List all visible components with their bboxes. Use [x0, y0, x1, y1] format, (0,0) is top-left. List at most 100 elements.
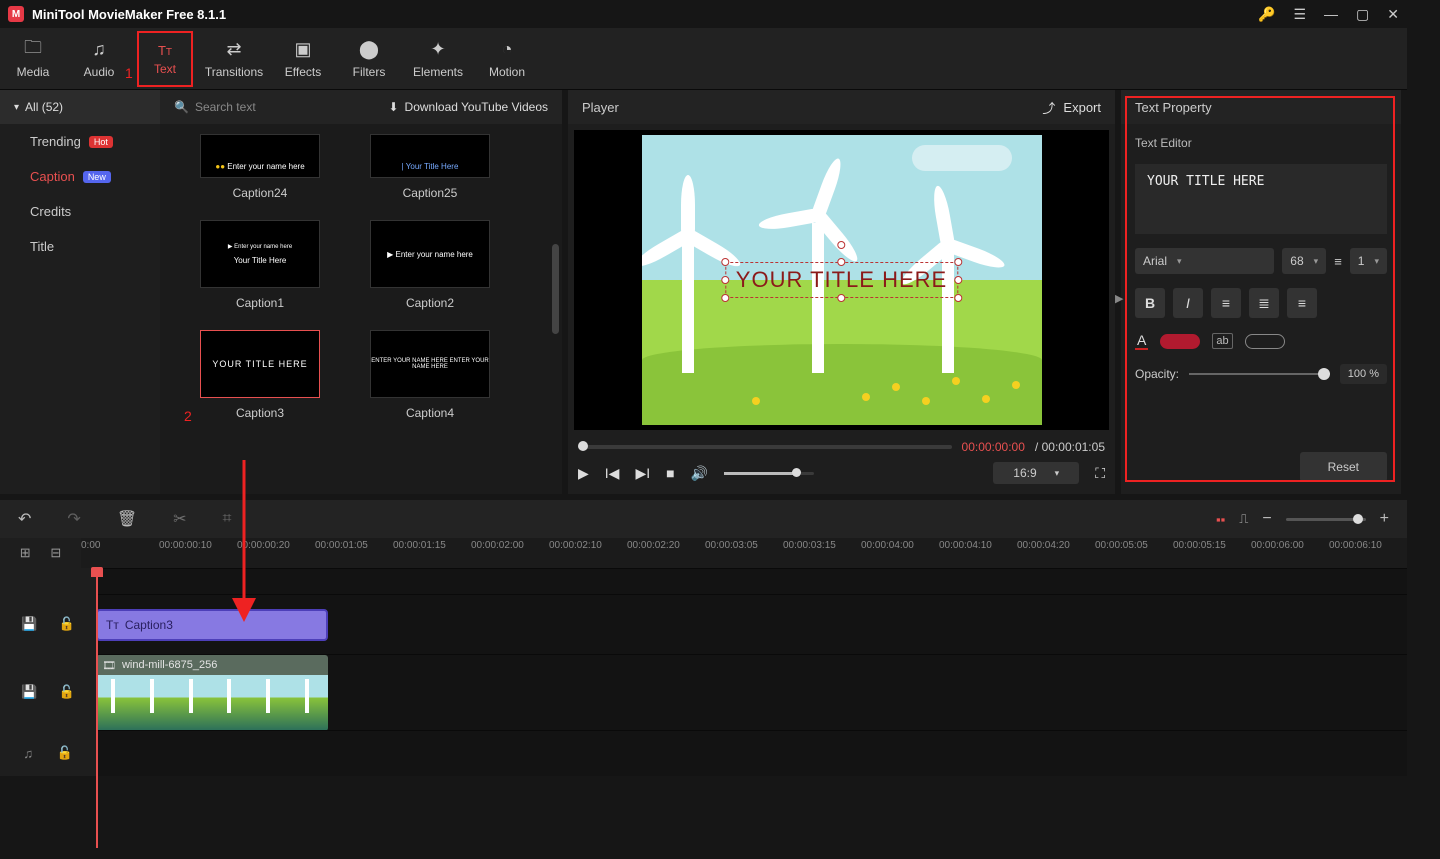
key-icon[interactable]: 🔑 — [1258, 6, 1275, 23]
track-type-icon: 💾 — [21, 616, 37, 632]
timeline-tracks: 💾🔓 Tᴛ Caption3 💾🔓 🎞wind-mill-6875_256 ♫🔓 — [0, 568, 1407, 776]
redo-button[interactable]: ↷ — [67, 509, 80, 529]
undo-button[interactable]: ↶ — [18, 509, 31, 529]
reset-button[interactable]: Reset — [1300, 452, 1387, 482]
tab-audio[interactable]: ♫Audio — [66, 28, 132, 89]
text-icon: TT — [158, 43, 172, 58]
audio-track: ♫🔓 — [0, 730, 1407, 776]
aspect-ratio-select[interactable]: 16:9▾ — [993, 462, 1079, 484]
tab-transitions[interactable]: ⇄Transitions — [198, 28, 270, 89]
download-youtube-link[interactable]: ⬇Download YouTube Videos — [388, 100, 548, 114]
editor-label: Text Editor — [1135, 136, 1387, 150]
collapse-handle[interactable]: ▶ — [1115, 292, 1123, 305]
font-size-select[interactable]: 68▾ — [1282, 248, 1326, 274]
zoom-slider[interactable] — [1286, 518, 1366, 521]
category-credits[interactable]: Credits — [0, 194, 160, 229]
lock-icon[interactable]: 🔓 — [59, 684, 75, 700]
category-trending[interactable]: TrendingHot — [0, 124, 160, 159]
tab-filters[interactable]: ⬤Filters — [336, 28, 402, 89]
tab-elements[interactable]: ✦Elements — [402, 28, 474, 89]
effects-icon: ▣ — [294, 39, 311, 61]
stop-button[interactable]: ■ — [666, 465, 674, 481]
crop-button[interactable]: ⌗ — [223, 510, 232, 528]
maximize-button[interactable]: ▢ — [1356, 6, 1369, 23]
browse-panel: 🔍Search text ⬇Download YouTube Videos ●●… — [160, 90, 562, 494]
delete-button[interactable]: 🗑 — [117, 509, 137, 529]
annotation-1: 1 — [125, 65, 133, 81]
font-select[interactable]: Arial▾ — [1135, 248, 1274, 274]
snap-button[interactable]: ▪▪ — [1216, 512, 1225, 527]
menu-icon[interactable]: ☰ — [1293, 6, 1306, 23]
filters-icon: ⬤ — [359, 39, 379, 61]
browse-scrollbar[interactable] — [552, 244, 559, 334]
fullscreen-button[interactable]: ⛶ — [1095, 465, 1105, 482]
search-input[interactable]: 🔍Search text — [174, 100, 378, 114]
track-collapse-icon[interactable]: ⊟ — [50, 545, 61, 561]
zoom-out-button[interactable]: − — [1262, 510, 1271, 528]
thumb-caption25[interactable]: | Your Title Here Caption25 — [370, 134, 490, 200]
cut-button[interactable]: ✂ — [173, 509, 186, 529]
magnet-button[interactable]: ⎍ — [1239, 511, 1248, 527]
music-icon: ♫ — [92, 39, 106, 61]
motion-icon: ◔ — [502, 39, 513, 61]
video-track: 💾 🔓 🎞wind-mill-6875_256 — [0, 654, 1407, 730]
lock-icon[interactable]: 🔓 — [56, 745, 72, 761]
track-add-icon[interactable]: ⊞ — [20, 545, 31, 561]
thumb-caption4[interactable]: ENTER YOUR NAME HERE ENTER YOUR NAME HER… — [370, 330, 490, 420]
text-editor-input[interactable] — [1135, 164, 1387, 234]
video-icon: 🎞 — [102, 659, 116, 672]
player-progress[interactable] — [578, 445, 952, 449]
preview-area[interactable]: YOUR TITLE HERE — [574, 130, 1109, 430]
volume-icon[interactable]: 🔊 — [691, 465, 708, 482]
thumb-caption3[interactable]: YOUR TITLE HERE Caption3 2 — [200, 330, 320, 420]
thumb-caption24[interactable]: ●● Enter your name here Caption24 — [200, 134, 320, 200]
font-color-icon[interactable]: A — [1135, 332, 1148, 350]
tab-effects[interactable]: ▣Effects — [270, 28, 336, 89]
folder-icon: 🗀 — [24, 39, 42, 61]
player-panel: Player ⤴Export 3 — [568, 90, 1115, 494]
volume-slider[interactable] — [724, 472, 814, 475]
thumb-caption2[interactable]: ▶ Enter your name here Caption2 — [370, 220, 490, 310]
close-button[interactable]: ✕ — [1387, 6, 1399, 23]
timeline-toolbar: ↶ ↷ 🗑 ✂ ⌗ ▪▪ ⎍ − + — [0, 500, 1407, 538]
category-all[interactable]: ▾All (52) — [0, 90, 160, 124]
thumb-caption1[interactable]: ▶ Enter your name hereYour Title Here Ca… — [200, 220, 320, 310]
bold-button[interactable]: B — [1135, 288, 1165, 318]
text-track: 💾 🔓 Tᴛ Caption3 — [0, 594, 1407, 654]
align-center-button[interactable]: ≣ — [1249, 288, 1279, 318]
opacity-slider[interactable] — [1189, 373, 1330, 375]
font-color-swatch[interactable] — [1160, 334, 1200, 349]
category-caption[interactable]: CaptionNew — [0, 159, 160, 194]
current-time: 00:00:00:00 — [962, 440, 1025, 454]
music-icon: ♫ — [23, 746, 33, 761]
zoom-in-button[interactable]: + — [1380, 510, 1389, 528]
video-clip[interactable]: 🎞wind-mill-6875_256 — [96, 655, 328, 731]
category-title[interactable]: Title — [0, 229, 160, 264]
align-right-button[interactable]: ≡ — [1287, 288, 1317, 318]
tab-text[interactable]: TT Text 1 — [137, 31, 193, 87]
category-panel: ▾All (52) TrendingHot CaptionNew Credits… — [0, 90, 160, 494]
tab-media[interactable]: 🗀Media — [0, 28, 66, 89]
app-title: MiniTool MovieMaker Free 8.1.1 — [32, 7, 1258, 22]
minimize-button[interactable]: — — [1324, 6, 1338, 22]
prev-frame-button[interactable]: I◀ — [605, 465, 620, 482]
line-height-select[interactable]: 1▾ — [1350, 248, 1387, 274]
timeline-ruler[interactable]: 0:0000:00:00:1000:00:00:2000:00:01:0500:… — [81, 538, 1407, 568]
export-icon: ⤴ — [1042, 98, 1055, 117]
panel-title: Text Property — [1121, 90, 1401, 124]
lock-icon[interactable]: 🔓 — [59, 616, 75, 632]
track-type-icon: 💾 — [21, 684, 37, 700]
opacity-label: Opacity: — [1135, 367, 1179, 381]
italic-button[interactable]: I — [1173, 288, 1203, 318]
highlight-swatch[interactable] — [1245, 334, 1285, 349]
align-left-button[interactable]: ≡ — [1211, 288, 1241, 318]
play-button[interactable]: ▶ — [578, 465, 589, 482]
text-overlay[interactable]: YOUR TITLE HERE — [725, 262, 958, 298]
opacity-value: 100 % — [1340, 364, 1387, 384]
tab-motion[interactable]: ◔Motion — [474, 28, 540, 89]
titlebar: M MiniTool MovieMaker Free 8.1.1 🔑 ☰ — ▢… — [0, 0, 1407, 28]
export-button[interactable]: ⤴Export — [1042, 98, 1101, 117]
text-clip[interactable]: Tᴛ Caption3 — [96, 609, 328, 641]
next-frame-button[interactable]: ▶I — [635, 465, 650, 482]
highlight-icon[interactable]: ab — [1212, 333, 1232, 349]
